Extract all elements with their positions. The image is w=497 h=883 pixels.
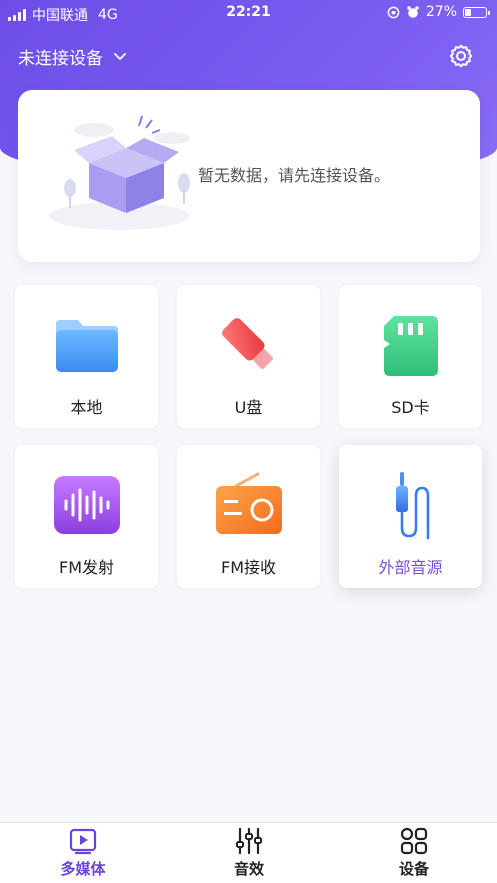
top-bar: 未连接设备 xyxy=(18,42,479,72)
sd-card-icon xyxy=(383,316,438,376)
battery-level xyxy=(465,8,471,16)
tile-usb[interactable]: U盘 xyxy=(177,285,320,428)
tile-label: FM发射 xyxy=(58,558,114,577)
folder-icon xyxy=(55,320,118,372)
tile-fm-receive[interactable]: FM接收 xyxy=(177,445,320,588)
bottom-tab-bar: 多媒体 音效 设备 xyxy=(0,822,497,883)
equalizer-icon xyxy=(236,827,262,855)
empty-state-message: 暂无数据，请先连接设备。 xyxy=(198,166,391,185)
aux-cable-icon xyxy=(395,472,429,540)
tab-sound-effects[interactable]: 音效 xyxy=(199,827,299,881)
orientation-lock-icon xyxy=(387,6,400,18)
tab-multimedia[interactable]: 多媒体 xyxy=(33,827,133,881)
chevron-down-icon xyxy=(114,52,126,60)
usb-drive-icon xyxy=(221,318,273,369)
radio-icon xyxy=(215,472,282,534)
play-icon xyxy=(69,828,97,855)
device-selector[interactable]: 未连接设备 xyxy=(18,44,127,69)
tab-devices[interactable]: 设备 xyxy=(364,827,464,881)
tab-label: 音效 xyxy=(233,860,264,878)
tile-label: SD卡 xyxy=(391,398,430,417)
tile-label: 外部音源 xyxy=(378,558,443,577)
tile-label: U盘 xyxy=(234,398,263,417)
device-status-label: 未连接设备 xyxy=(18,49,103,69)
status-bar: 中国联通 4G 22:21 27% xyxy=(0,0,497,26)
tile-label: 本地 xyxy=(70,398,103,417)
grid-icon xyxy=(400,827,428,855)
tab-label: 设备 xyxy=(398,860,429,878)
tile-sd-card[interactable]: SD卡 xyxy=(339,285,482,428)
empty-state-card: 暂无数据，请先连接设备。 xyxy=(18,90,480,262)
gear-icon[interactable] xyxy=(447,42,475,70)
fm-transmit-icon xyxy=(53,476,120,534)
tab-label: 多媒体 xyxy=(60,860,106,878)
tile-local[interactable]: 本地 xyxy=(15,285,158,428)
status-right: 27% xyxy=(387,4,490,20)
alarm-icon xyxy=(407,6,419,18)
battery-icon xyxy=(463,6,490,18)
empty-box-illustration xyxy=(49,115,190,230)
battery-percent: 27% xyxy=(425,4,457,20)
tile-aux-input[interactable]: 外部音源 xyxy=(339,445,482,588)
tile-fm-transmit[interactable]: FM发射 xyxy=(15,445,158,588)
tile-label: FM接收 xyxy=(220,558,276,577)
